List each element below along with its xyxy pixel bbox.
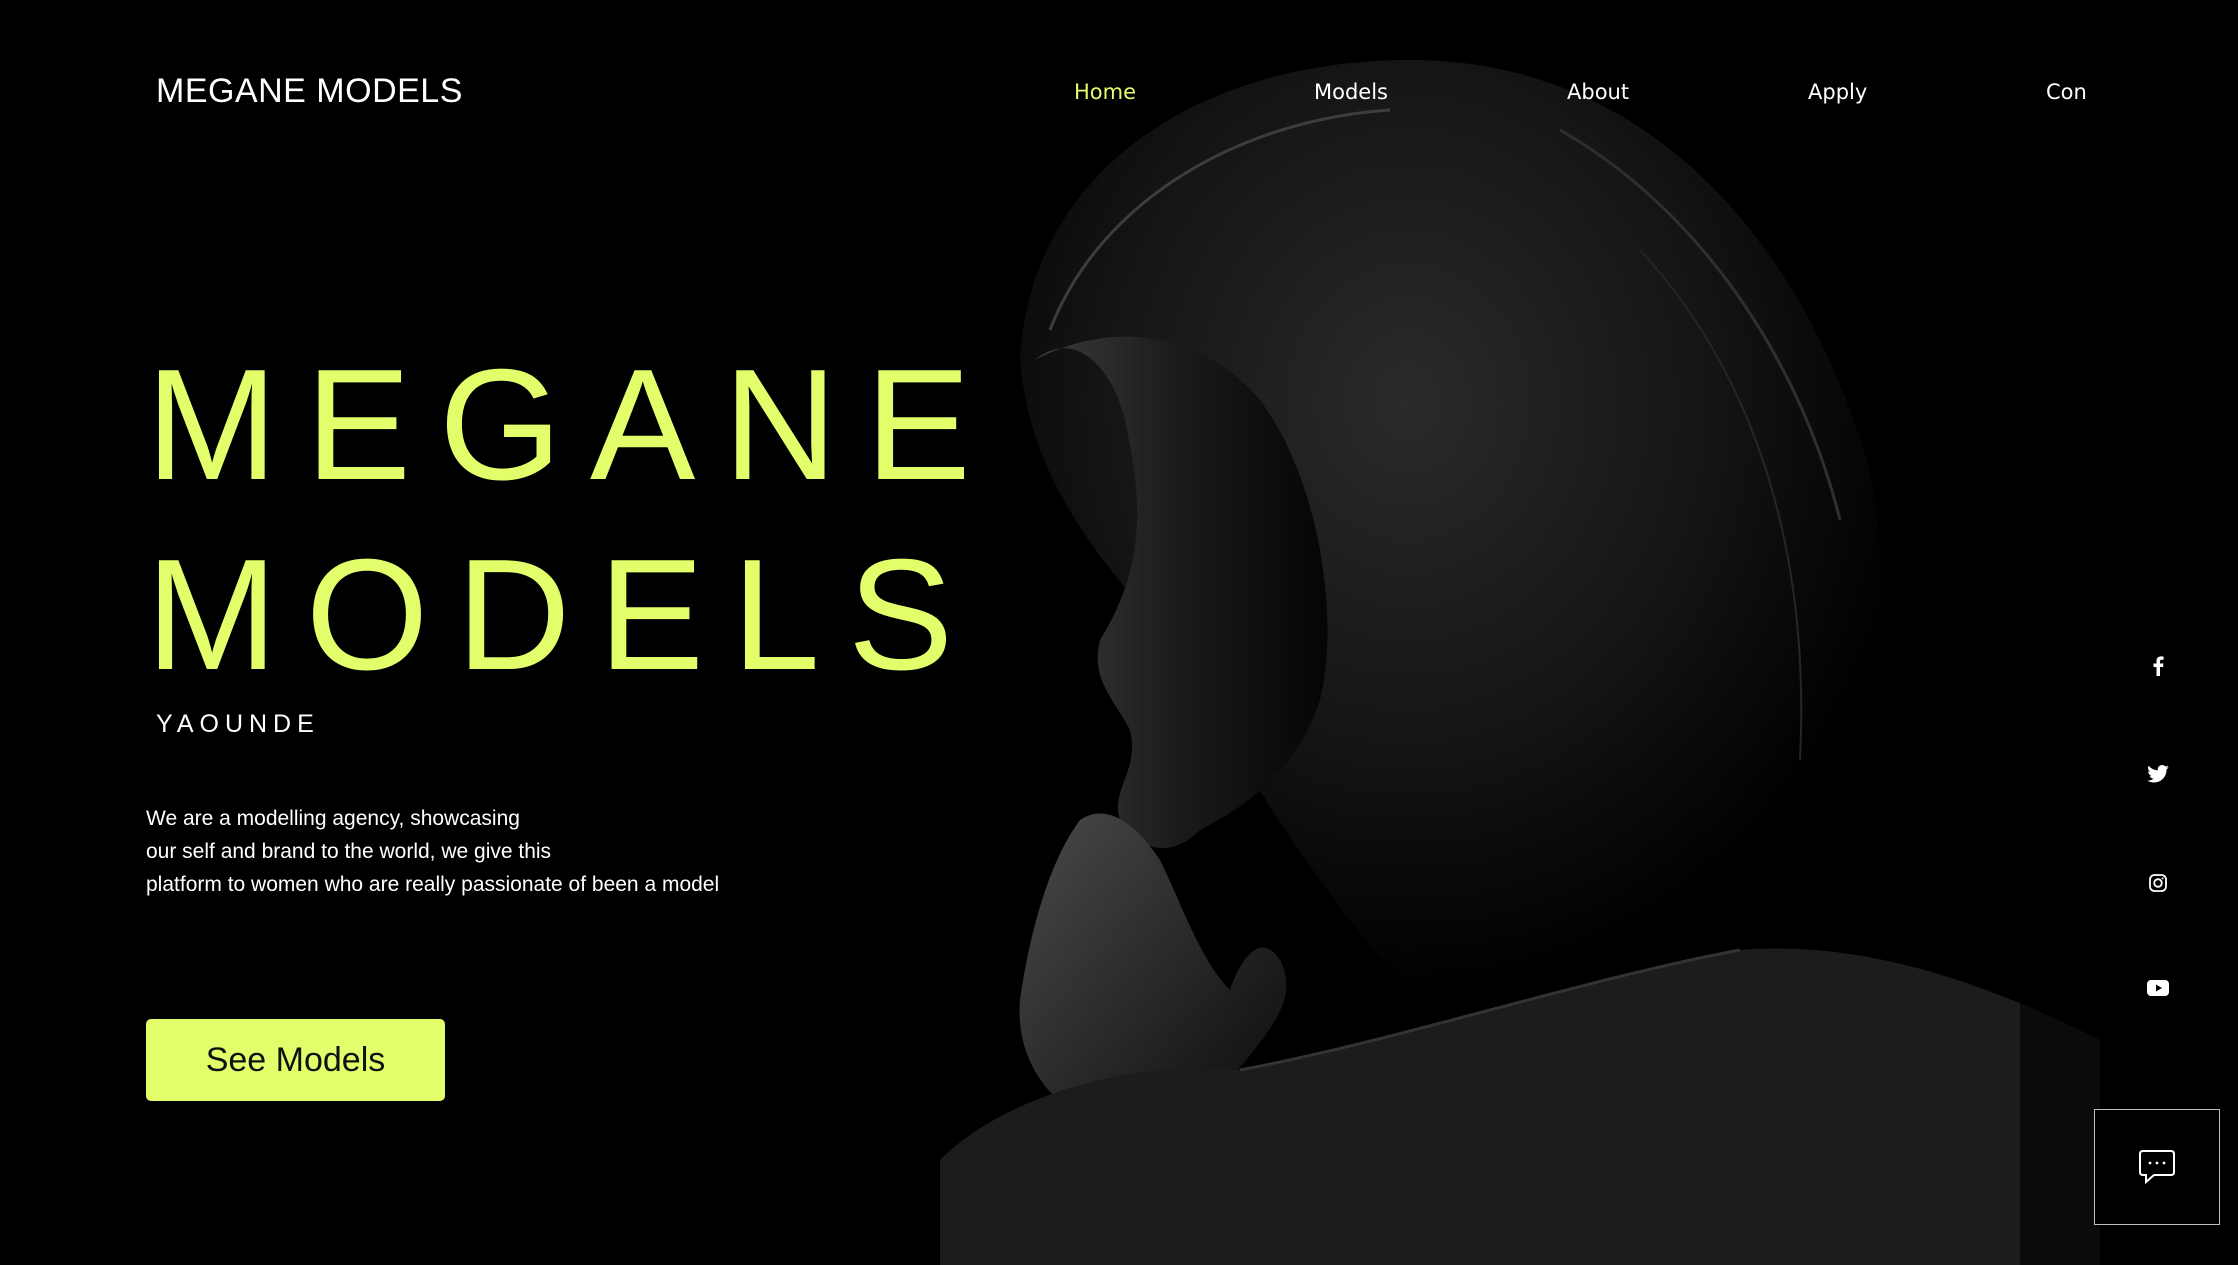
description-line: platform to women who are really passion… [146,873,720,896]
description-line: our self and brand to the world, we give… [146,840,552,863]
nav-contact[interactable]: Con [2046,80,2087,104]
hero-title: MEGANE MODELS [146,330,999,710]
nav-home[interactable]: Home [1074,80,1136,104]
description-line: We are a modelling agency, showcasing [146,807,520,830]
nav-apply[interactable]: Apply [1808,80,1867,104]
hero-title-line1: MEGANE [146,337,999,513]
nav-about[interactable]: About [1567,80,1629,104]
facebook-icon[interactable] [2144,652,2172,680]
model-portrait-image [940,0,2100,1265]
nav-models[interactable]: Models [1314,80,1388,104]
page: MEGANE MODELS Home Models About Apply Co… [0,0,2238,1265]
chat-button[interactable] [2094,1109,2220,1225]
youtube-icon[interactable] [2144,974,2172,1002]
hero-photo [940,0,2100,1265]
see-models-button[interactable]: See Models [146,1019,445,1101]
brand-logo[interactable]: MEGANE MODELS [156,72,463,111]
hero-subtitle: YAOUNDE [156,710,320,738]
twitter-icon[interactable] [2144,760,2172,788]
chat-bubble-icon [2139,1150,2175,1185]
hero-description: We are a modelling agency, showcasing ou… [146,802,719,901]
hero-title-line2: MODELS [146,527,982,703]
instagram-icon[interactable] [2144,869,2172,897]
